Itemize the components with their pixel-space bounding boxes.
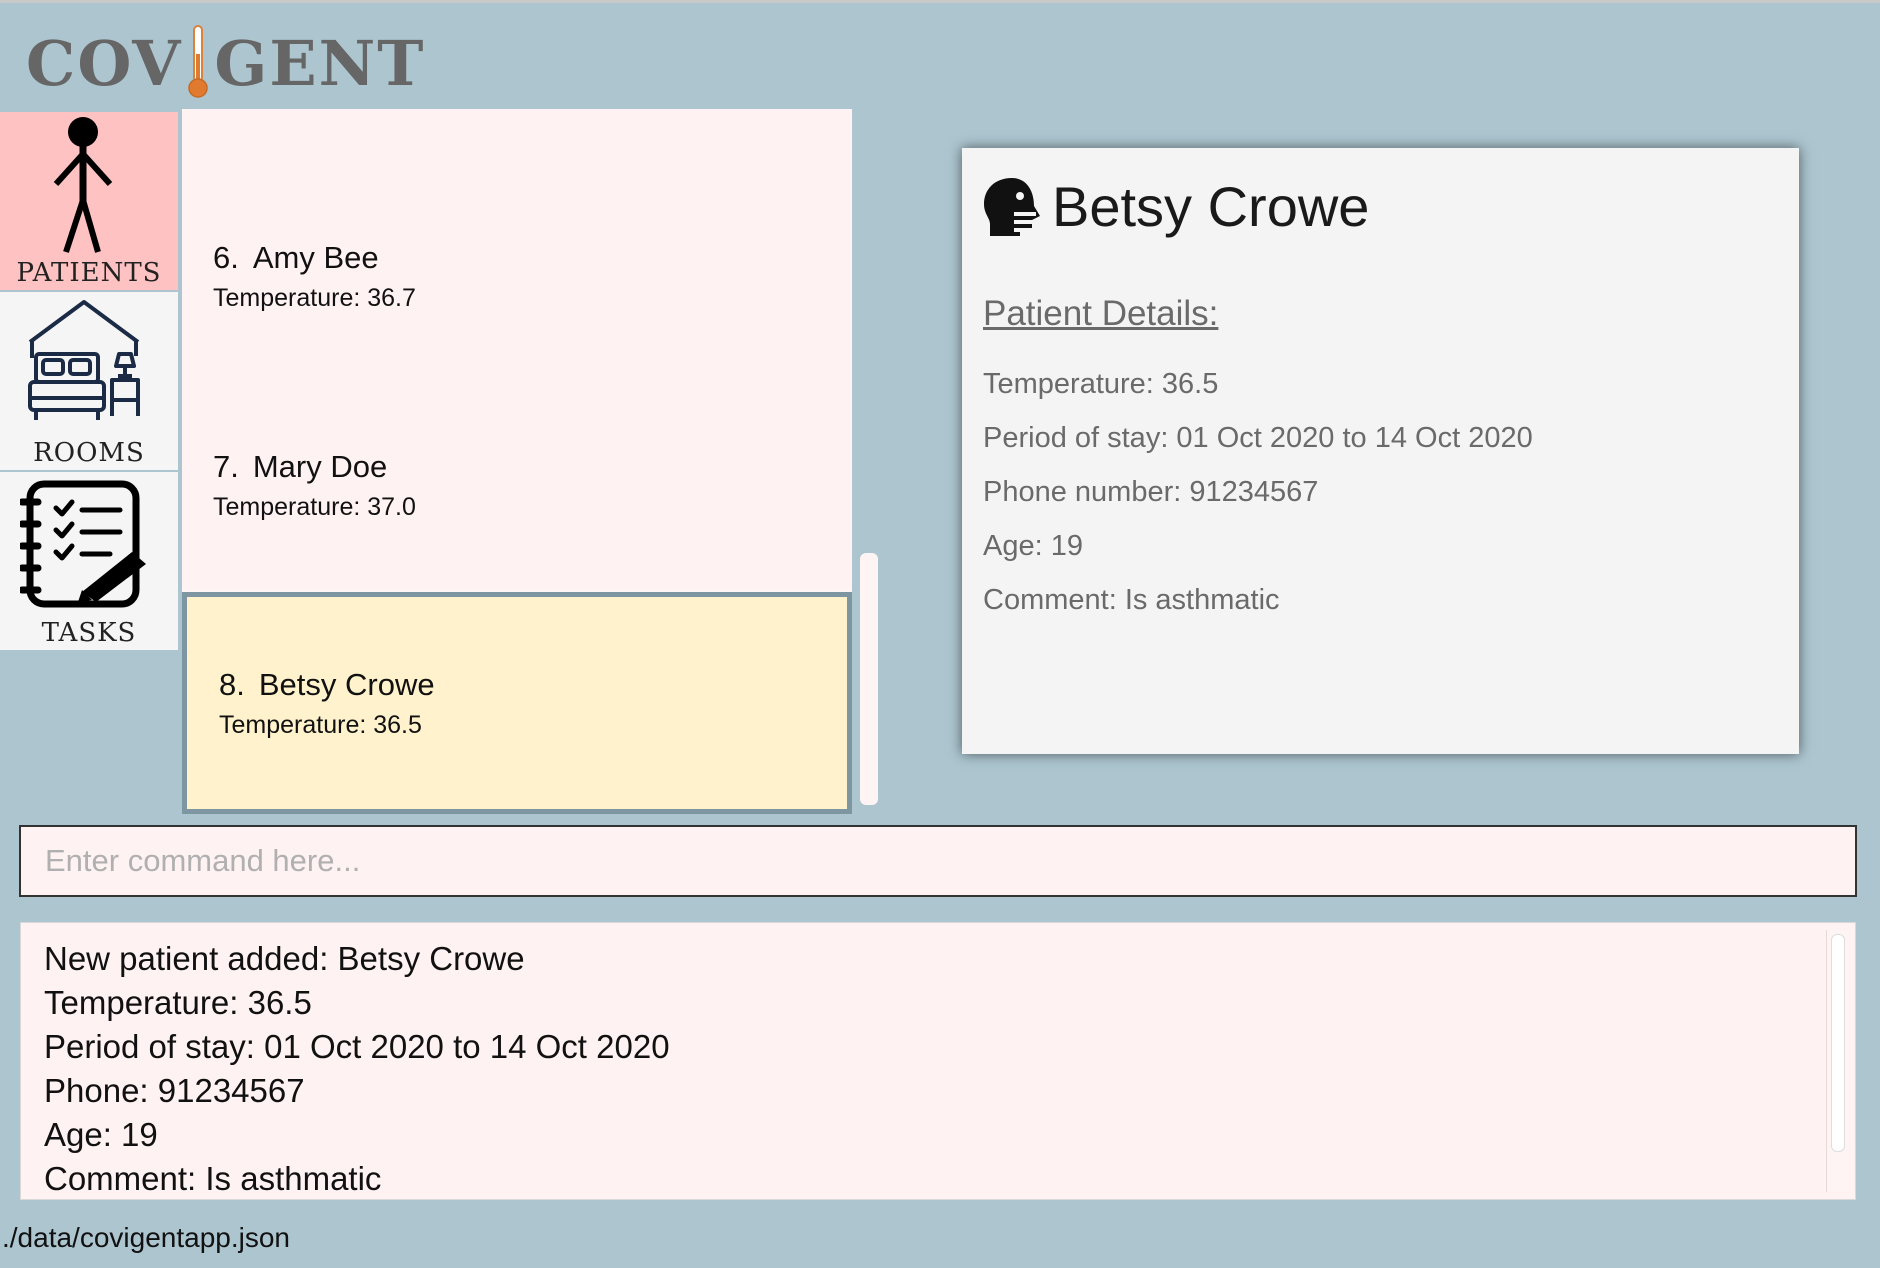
patient-card-name-row: 7. Mary Doe [213,449,852,485]
patient-card-index: 7. [213,449,239,484]
status-bar-file-path: ./data/covigentapp.json [2,1222,290,1253]
nav-patients-label: PATIENTS [16,258,162,288]
thermometer-icon [188,25,209,98]
detail-age: Age: 19 [983,530,1083,562]
patient-card-7[interactable]: 7. Mary Doe Temperature: 37.0 [182,319,852,589]
logo-text-left: COV [26,27,183,100]
detail-phone: Phone number: 91234567 [983,476,1319,508]
detail-section-title: Patient Details: [983,294,1219,333]
patient-card-name: Amy Bee [252,240,379,275]
patient-card-name: Mary Doe [252,449,388,484]
nav-rooms-button[interactable]: ROOMS [0,292,178,470]
checklist-icon [20,480,146,608]
command-input[interactable] [19,825,1857,897]
result-line: Phone: 91234567 [44,1072,305,1109]
result-line: Period of stay: 01 Oct 2020 to 14 Oct 20… [44,1028,670,1065]
patient-card-name: Betsy Crowe [258,667,435,702]
result-line: New patient added: Betsy Crowe [44,940,525,977]
nav-patients-button[interactable]: PATIENTS [0,112,178,290]
patient-card-index: 8. [219,667,245,702]
bedroom-icon [28,300,140,420]
patient-card-temperature: Temperature: 36.7 [213,284,416,312]
result-line: Age: 19 [44,1116,158,1153]
patient-head-icon [984,177,1040,236]
detail-header: Betsy Crowe [982,174,1369,239]
logo-text-right: GENT [214,27,426,100]
patient-list: 6. Amy Bee Temperature: 36.7 7. Mary Doe T… [182,109,852,814]
detail-comment: Comment: Is asthmatic [983,584,1280,616]
patient-card-name-row: 6. Amy Bee [213,240,852,276]
patient-detail-card: Betsy Crowe Patient Details: Temperature… [962,148,1799,754]
patient-card-6[interactable]: 6. Amy Bee Temperature: 36.7 [182,109,852,319]
window-top-border [0,0,1880,3]
result-line: Temperature: 36.5 [44,984,312,1021]
patient-card-temperature: Temperature: 37.0 [213,493,416,521]
result-line: Comment: Is asthmatic [44,1160,382,1197]
app-logo: COV GENT [26,20,425,100]
stick-figure-icon [53,117,113,253]
nav-tasks-button[interactable]: TASKS [0,472,178,650]
patient-card-8-selected[interactable]: 8. Betsy Crowe Temperature: 36.5 [182,592,852,814]
detail-period: Period of stay: 01 Oct 2020 to 14 Oct 20… [983,422,1533,454]
patient-card-name-row: 8. Betsy Crowe [219,667,847,703]
patient-card-index: 6. [213,240,239,275]
detail-patient-name: Betsy Crowe [1052,175,1370,238]
result-scrollbar[interactable] [1826,930,1848,1192]
result-scrollbar-thumb[interactable] [1831,934,1845,1152]
nav-rooms-label: ROOMS [33,438,145,468]
patient-list-scrollbar[interactable] [860,553,878,805]
result-display: New patient added: Betsy Crowe Temperatu… [20,922,1856,1200]
patient-card-temperature: Temperature: 36.5 [219,711,422,739]
detail-temperature: Temperature: 36.5 [983,368,1219,400]
nav-tasks-label: TASKS [41,618,137,648]
